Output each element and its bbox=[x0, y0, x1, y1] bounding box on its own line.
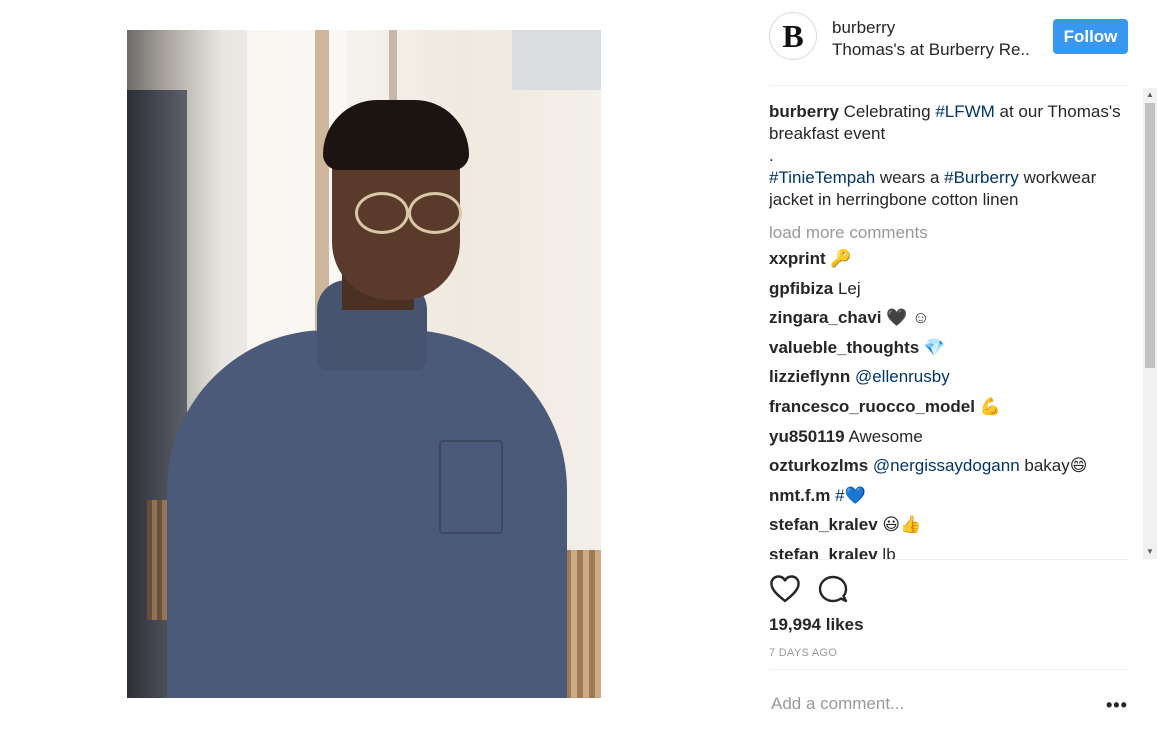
image-window bbox=[512, 30, 601, 90]
comment-text: Lej bbox=[837, 278, 861, 298]
hashtag-link[interactable]: #Burberry bbox=[944, 168, 1019, 187]
comment-username[interactable]: ozturkozlms bbox=[769, 456, 868, 475]
comment-icon[interactable] bbox=[817, 574, 849, 604]
comment-rows: xxprint 🔑 gpfibiza Lej zingara_chavi 🖤 ☺ va… bbox=[769, 244, 1141, 560]
post-timestamp[interactable]: 7 DAYS AGO bbox=[769, 647, 837, 659]
caption-line: #TinieTempah wears a #Burberry workwear … bbox=[769, 167, 1141, 211]
comment-row: lizzieflynn @ellenrusby bbox=[769, 362, 1141, 392]
comment-username[interactable]: valueble_thoughts bbox=[769, 338, 919, 357]
scroll-down-arrow-icon[interactable]: ▼ bbox=[1143, 545, 1157, 559]
comment-username[interactable]: nmt.f.m bbox=[769, 486, 830, 505]
comment-row: stefan_kralev lb bbox=[769, 540, 1141, 560]
divider bbox=[769, 85, 1128, 86]
comment-row: gpfibiza Lej bbox=[769, 274, 1141, 304]
comment-row: xxprint 🔑 bbox=[769, 244, 1141, 274]
image-window-frame bbox=[315, 30, 329, 330]
comment-username[interactable]: stefan_kralev bbox=[769, 545, 878, 560]
load-more-comments-link[interactable]: load more comments bbox=[769, 222, 1141, 244]
hashtag-link[interactable]: #TinieTempah bbox=[769, 168, 875, 187]
comment-mention-link[interactable]: @nergissaydogann bbox=[873, 456, 1020, 475]
hashtag-link[interactable]: #LFWM bbox=[935, 102, 995, 121]
comment-text: 🔑 bbox=[830, 249, 852, 268]
comment-text: 💪 bbox=[979, 396, 1001, 416]
divider bbox=[769, 559, 1128, 560]
comments-scrollbar[interactable]: ▲ ▼ bbox=[1143, 88, 1157, 559]
follow-button[interactable]: Follow bbox=[1053, 19, 1128, 54]
likes-count[interactable]: 19,994 likes bbox=[769, 615, 864, 635]
comment-row: yu850119 Awesome bbox=[769, 422, 1141, 452]
comment-row: nmt.f.m #💙 bbox=[769, 481, 1141, 511]
caption: burberry Celebrating #LFWM at our Thomas… bbox=[769, 101, 1141, 145]
comment-username[interactable]: stefan_kralev bbox=[769, 515, 878, 534]
scroll-up-arrow-icon[interactable]: ▲ bbox=[1143, 88, 1157, 102]
caption-text: Celebrating bbox=[838, 102, 936, 121]
comment-text: 🖤 ☺ bbox=[886, 308, 930, 328]
post-username[interactable]: burberry bbox=[832, 18, 895, 38]
comments-list[interactable]: burberry Celebrating #LFWM at our Thomas… bbox=[769, 88, 1141, 560]
comment-row: ozturkozlms @nergissaydogann bakay😄 bbox=[769, 451, 1141, 481]
caption-text: wears a bbox=[875, 168, 945, 187]
comment-mention-link[interactable]: @ellenrusby bbox=[855, 367, 950, 386]
comment-text: 💎 bbox=[923, 337, 946, 357]
comment-row: stefan_kralev 😃👍 bbox=[769, 510, 1141, 540]
post-image[interactable] bbox=[127, 30, 601, 698]
post-location[interactable]: Thomas's at Burberry Re.. bbox=[832, 40, 1030, 60]
comment-text: Awesome bbox=[848, 426, 923, 446]
comment-username[interactable]: xxprint bbox=[769, 249, 826, 268]
comment-username[interactable]: lizzieflynn bbox=[769, 367, 850, 386]
comment-text: bakay😄 bbox=[1019, 456, 1088, 476]
comment-row: francesco_ruocco_model 💪 bbox=[769, 392, 1141, 422]
comment-username[interactable]: yu850119 bbox=[769, 427, 845, 446]
comment-username[interactable]: zingara_chavi bbox=[769, 308, 881, 327]
image-hair bbox=[323, 100, 469, 170]
post-header: B burberry Thomas's at Burberry Re.. Fol… bbox=[769, 12, 1128, 68]
image-glasses-lens bbox=[355, 192, 409, 234]
comment-username[interactable]: francesco_ruocco_model bbox=[769, 397, 975, 416]
caption-username[interactable]: burberry bbox=[769, 102, 839, 121]
add-comment-input[interactable] bbox=[769, 693, 1073, 715]
comment-text: lb bbox=[882, 544, 896, 560]
more-options-icon[interactable]: ••• bbox=[1106, 695, 1128, 715]
avatar[interactable]: B bbox=[769, 12, 817, 60]
scroll-thumb[interactable] bbox=[1145, 103, 1155, 368]
heart-icon[interactable] bbox=[769, 574, 801, 604]
comment-username[interactable]: gpfibiza bbox=[769, 279, 833, 298]
image-glasses-lens bbox=[408, 192, 462, 234]
comment-text: 😃👍 bbox=[882, 515, 922, 535]
comment-row: zingara_chavi 🖤 ☺ bbox=[769, 303, 1141, 333]
divider bbox=[769, 669, 1128, 670]
comment-row: valueble_thoughts 💎 bbox=[769, 333, 1141, 363]
comment-mention-link[interactable]: #💙 bbox=[835, 486, 866, 505]
caption-separator: . bbox=[769, 146, 774, 165]
image-jacket bbox=[167, 330, 567, 698]
image-jacket-pocket bbox=[439, 440, 503, 534]
